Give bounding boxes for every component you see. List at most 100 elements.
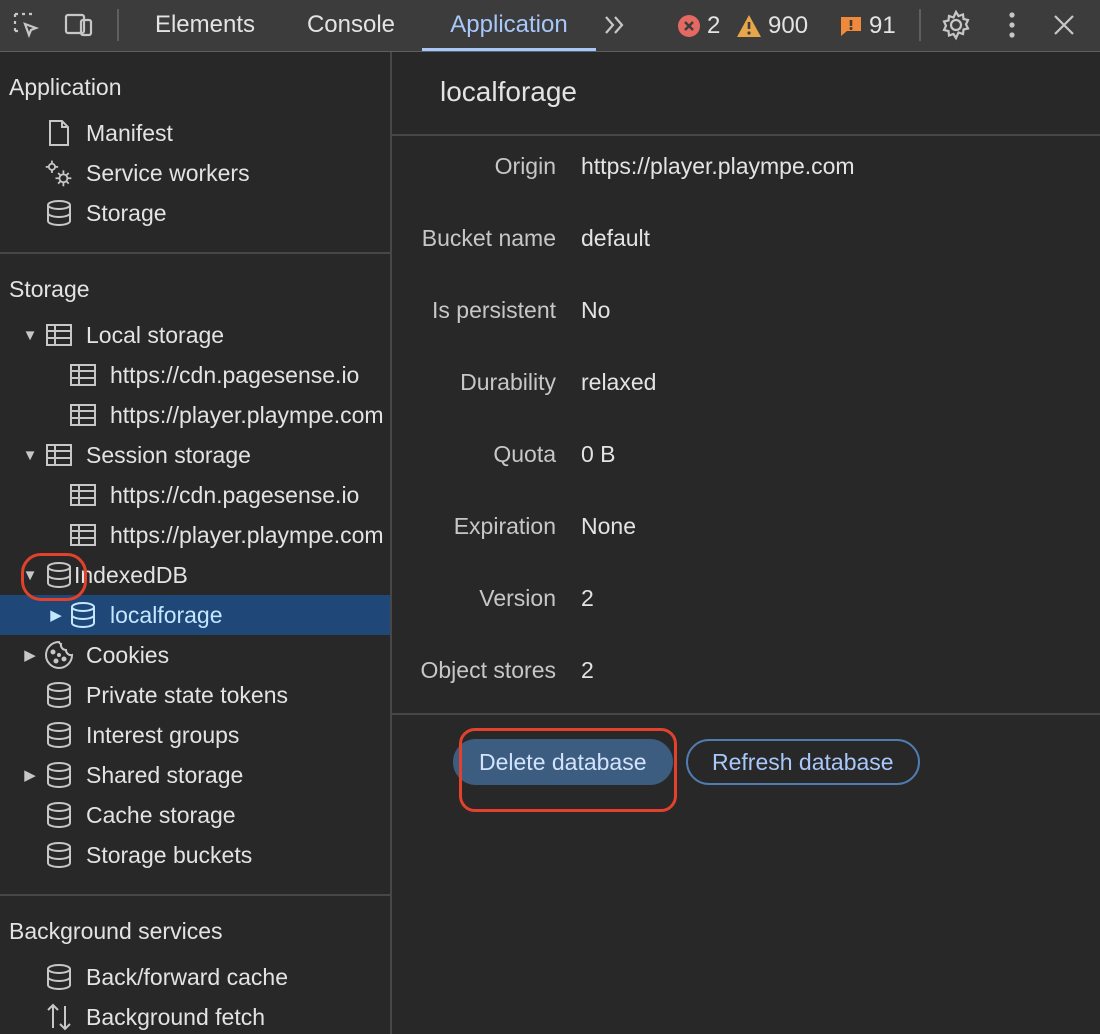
database-icon [68, 600, 98, 630]
sidebar-item-label: https://cdn.pagesense.io [110, 481, 360, 508]
more-options-icon[interactable] [995, 8, 1029, 42]
sidebar-item-label: IndexedDB [74, 561, 188, 588]
issues-counter[interactable]: 91 [839, 0, 896, 51]
field-value-object-stores: 2 [581, 657, 594, 683]
sidebar-item-label: Cache storage [86, 801, 236, 828]
collapsed-triangle-icon[interactable]: ▶ [49, 607, 63, 624]
table-icon [68, 480, 98, 510]
tab-application[interactable]: Application [422, 0, 596, 51]
close-icon[interactable] [1047, 8, 1081, 42]
refresh-database-button[interactable]: Refresh database [686, 739, 920, 785]
sidebar-item-label: https://player.plaympe.com [110, 521, 384, 548]
collapsed-triangle-icon[interactable]: ▶ [23, 647, 37, 664]
sidebar-item-storage[interactable]: Storage [0, 193, 390, 233]
actions-divider [392, 713, 1100, 715]
expanded-triangle-icon[interactable]: ▼ [23, 567, 38, 584]
database-details-panel: localforage Origin https://player.playmp… [392, 52, 1100, 1034]
warning-counter[interactable]: 900 [736, 0, 808, 51]
table-icon [68, 400, 98, 430]
field-value-bucket-name: default [581, 225, 651, 251]
sidebar-item-local-storage[interactable]: ▼ Local storage [0, 315, 390, 355]
sidebar-item-shared-storage[interactable]: ▶ Shared storage [0, 755, 390, 795]
up-down-arrows-icon [44, 1002, 74, 1032]
sidebar-item-interest-groups[interactable]: Interest groups [0, 715, 390, 755]
database-icon [44, 800, 74, 830]
section-heading-background-services: Background services [9, 918, 223, 944]
sidebar-item-label: Service workers [86, 159, 250, 186]
sidebar-item-back-forward-cache[interactable]: Back/forward cache [0, 957, 390, 997]
database-icon [44, 760, 74, 790]
sidebar-item-label: Cookies [86, 641, 170, 668]
sidebar-item-label: Back/forward cache [86, 963, 288, 990]
sidebar-item-label: https://cdn.pagesense.io [110, 361, 360, 388]
database-icon [44, 680, 74, 710]
sidebar-item-indexeddb[interactable]: ▼ IndexedDB [0, 555, 390, 595]
database-icon [44, 840, 74, 870]
issues-count: 91 [869, 11, 896, 39]
sidebar-item-label: localforage [110, 601, 223, 628]
gear-icon[interactable] [939, 8, 973, 42]
sidebar-item-cookies[interactable]: ▶ Cookies [0, 635, 390, 675]
error-icon [678, 14, 700, 37]
sidebar-item-localforage[interactable]: ▶ localforage [0, 595, 390, 635]
field-value-origin: https://player.plaympe.com [581, 153, 855, 179]
sidebar-item-service-workers[interactable]: Service workers [0, 153, 390, 193]
cookie-icon [44, 640, 74, 670]
warning-icon [737, 14, 761, 37]
sidebar-item-session-origin[interactable]: https://player.plaympe.com [0, 515, 390, 555]
tab-console[interactable]: Console [302, 0, 400, 51]
sidebar-item-label: Local storage [86, 321, 225, 348]
field-value-durability: relaxed [581, 369, 657, 395]
sidebar-item-session-origin[interactable]: https://cdn.pagesense.io [0, 475, 390, 515]
sidebar-item-private-state-tokens[interactable]: Private state tokens [0, 675, 390, 715]
field-key-bucket-name: Bucket name [421, 225, 556, 251]
sidebar-item-manifest[interactable]: Manifest [0, 113, 390, 153]
devtools-toolbar: Elements Console Application 2 900 91 [0, 0, 1100, 52]
toolbar-separator [919, 9, 921, 41]
inspect-element-icon[interactable] [9, 8, 43, 42]
sidebar-item-label: Background fetch [86, 1003, 266, 1030]
warning-count: 900 [768, 11, 809, 39]
table-icon [44, 320, 74, 350]
tab-elements[interactable]: Elements [150, 0, 260, 51]
field-key-is-persistent: Is persistent [432, 297, 556, 323]
sidebar-item-storage-buckets[interactable]: Storage buckets [0, 835, 390, 875]
page-title: localforage [440, 76, 577, 107]
sidebar-item-label: Session storage [86, 441, 251, 468]
collapsed-triangle-icon[interactable]: ▶ [23, 767, 37, 784]
expanded-triangle-icon[interactable]: ▼ [23, 447, 38, 464]
issue-icon [841, 16, 861, 36]
double-chevron-icon[interactable] [598, 8, 632, 42]
sidebar-item-label: Private state tokens [86, 681, 288, 708]
database-icon [44, 198, 74, 228]
section-divider [0, 894, 390, 896]
sidebar-item-label: https://player.plaympe.com [110, 401, 384, 428]
sidebar-item-background-fetch[interactable]: Background fetch [0, 997, 390, 1034]
document-icon [44, 118, 74, 148]
field-key-object-stores: Object stores [420, 657, 557, 683]
sidebar-item-label: Manifest [86, 119, 173, 146]
error-counter[interactable]: 2 [677, 0, 720, 51]
sidebar-item-session-storage[interactable]: ▼ Session storage [0, 435, 390, 475]
delete-database-button[interactable]: Delete database [453, 739, 673, 785]
field-key-origin: Origin [494, 153, 556, 179]
section-heading-application: Application [9, 74, 122, 100]
field-value-expiration: None [581, 513, 636, 539]
section-divider [0, 252, 390, 254]
sidebar-item-local-origin[interactable]: https://cdn.pagesense.io [0, 355, 390, 395]
field-key-expiration: Expiration [453, 513, 556, 539]
table-icon [44, 440, 74, 470]
device-toolbar-icon[interactable] [62, 8, 96, 42]
database-icon [44, 962, 74, 992]
field-value-quota: 0 B [581, 441, 616, 467]
expanded-triangle-icon[interactable]: ▼ [23, 327, 38, 344]
database-icon [44, 560, 74, 590]
field-key-quota: Quota [493, 441, 556, 467]
database-icon [44, 720, 74, 750]
sidebar-item-label: Shared storage [86, 761, 244, 788]
sidebar-item-cache-storage[interactable]: Cache storage [0, 795, 390, 835]
table-icon [68, 520, 98, 550]
sidebar-item-local-origin[interactable]: https://player.plaympe.com [0, 395, 390, 435]
field-value-version: 2 [581, 585, 594, 611]
sidebar-item-label: Storage buckets [86, 841, 253, 868]
